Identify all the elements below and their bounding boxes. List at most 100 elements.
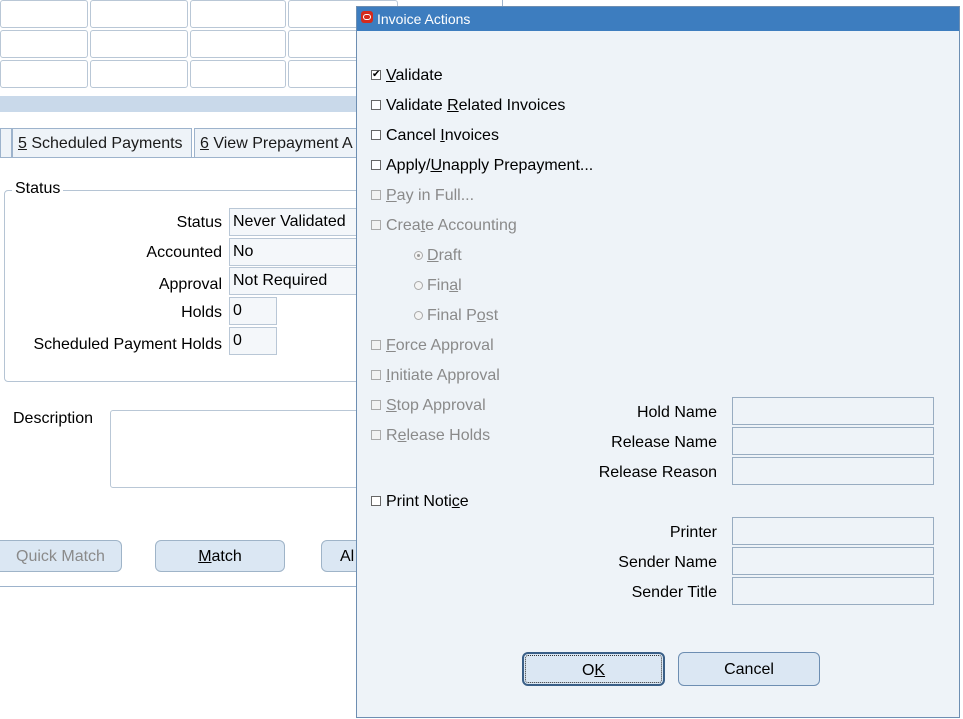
label-text: nitiate Approval <box>390 367 500 384</box>
apply-unapply-label: Apply/Unapply Prepayment... <box>386 157 593 175</box>
approval-label: Approval <box>158 276 222 293</box>
label-text: Crea <box>386 217 421 234</box>
release-name-field[interactable] <box>732 427 934 455</box>
mnemonic-key: R <box>447 97 459 114</box>
grid-cell[interactable] <box>90 60 188 88</box>
release-reason-label: Release Reason <box>598 464 717 481</box>
ok-button-pre: O <box>581 662 595 679</box>
dialog-titlebar[interactable]: Invoice Actions <box>357 7 959 31</box>
scheduled-payment-holds-field[interactable]: 0 <box>229 327 277 355</box>
approval-field[interactable]: Not Required <box>229 267 369 295</box>
create-accounting-checkbox <box>371 220 381 230</box>
label-text: Final P <box>427 307 477 324</box>
validate-label: Validate <box>386 67 443 85</box>
tab-label: View Prepayment A <box>208 135 353 152</box>
force-approval-label: Force Approval <box>386 337 494 355</box>
create-accounting-label: Create Accounting <box>386 217 517 235</box>
label-text: e Accounting <box>425 217 517 234</box>
grid-cell[interactable] <box>0 0 88 28</box>
grid-cell[interactable] <box>90 0 188 28</box>
hold-name-label: Hold Name <box>636 404 717 421</box>
validate-related-checkbox[interactable] <box>371 100 381 110</box>
initiate-approval-checkbox <box>371 370 381 380</box>
draft-radio <box>414 251 423 260</box>
label-text: R <box>386 427 398 444</box>
label-text: Print Noti <box>386 493 452 510</box>
cancel-button[interactable]: Cancel <box>678 652 820 686</box>
hold-name-field[interactable] <box>732 397 934 425</box>
print-notice-checkbox[interactable] <box>371 496 381 506</box>
label-text: Apply/ <box>386 157 431 174</box>
grid-cell[interactable] <box>0 30 88 58</box>
cancel-invoices-checkbox[interactable] <box>371 130 381 140</box>
final-post-radio <box>414 311 423 320</box>
label-text: Fin <box>427 277 450 294</box>
pay-in-full-checkbox <box>371 190 381 200</box>
tab-left-edge[interactable] <box>0 128 12 158</box>
holds-label: Holds <box>181 304 222 321</box>
match-button-rest: atch <box>211 548 242 565</box>
draft-label: Draft <box>427 247 462 265</box>
oracle-logo-icon <box>361 11 373 23</box>
stop-approval-checkbox <box>371 400 381 410</box>
grid-cell[interactable] <box>190 30 286 58</box>
grid-cell[interactable] <box>90 30 188 58</box>
label-text: top Approval <box>396 397 486 414</box>
validate-related-label: Validate Related Invoices <box>386 97 565 115</box>
label-text: alidate <box>395 67 443 84</box>
match-button[interactable]: Match <box>155 540 285 572</box>
label-text: lease Holds <box>406 427 491 444</box>
description-label: Description <box>13 410 94 427</box>
holds-field[interactable]: 0 <box>229 297 277 325</box>
cancel-invoices-label: Cancel Invoices <box>386 127 499 145</box>
quick-match-button[interactable]: Quick Match <box>0 540 122 572</box>
tab-number: 6 <box>200 135 209 152</box>
status-label: Status <box>176 214 222 231</box>
apply-unapply-checkbox[interactable] <box>371 160 381 170</box>
status-group-title: Status <box>12 180 64 198</box>
mnemonic-key: F <box>386 337 396 354</box>
tab-scheduled-payments[interactable]: 5 Scheduled Payments <box>12 128 192 158</box>
grid-cell[interactable] <box>190 60 286 88</box>
label-text: elated Invoices <box>458 97 566 114</box>
label-text: nvoices <box>444 127 499 144</box>
mnemonic-key: U <box>430 157 443 174</box>
force-approval-checkbox <box>371 340 381 350</box>
validate-checkbox[interactable]: ✔ <box>371 70 381 80</box>
label-text: Validate <box>386 97 448 114</box>
mnemonic-key: a <box>449 277 459 294</box>
final-post-label: Final Post <box>427 307 498 325</box>
status-field[interactable]: Never Validated <box>229 208 369 236</box>
release-holds-checkbox <box>371 430 381 440</box>
label-text: e <box>459 493 469 510</box>
release-reason-field[interactable] <box>732 457 934 485</box>
sender-title-label: Sender Title <box>631 584 717 601</box>
tab-number: 5 <box>18 135 27 152</box>
mnemonic-key: o <box>476 307 486 324</box>
release-name-label: Release Name <box>611 434 717 451</box>
mnemonic-key: D <box>427 247 439 264</box>
pay-in-full-label: Pay in Full... <box>386 187 474 205</box>
printer-field[interactable] <box>732 517 934 545</box>
ok-button[interactable]: OK <box>522 652 665 686</box>
final-radio <box>414 281 423 290</box>
tab-label: Scheduled Payments <box>26 135 183 152</box>
tab-view-prepayment[interactable]: 6 View Prepayment A <box>194 128 364 158</box>
accounted-label: Accounted <box>146 244 222 261</box>
scheduled-payment-holds-label: Scheduled Payment Holds <box>33 336 222 353</box>
final-label: Final <box>427 277 462 295</box>
grid-cell[interactable] <box>0 60 88 88</box>
sender-name-field[interactable] <box>732 547 934 575</box>
grid-cell[interactable] <box>190 0 286 28</box>
initiate-approval-label: Initiate Approval <box>386 367 500 385</box>
release-holds-label: Release Holds <box>386 427 490 445</box>
sender-title-field[interactable] <box>732 577 934 605</box>
sender-name-label: Sender Name <box>618 554 717 571</box>
label-text: Cancel <box>386 127 441 144</box>
accounted-field[interactable]: No <box>229 238 369 266</box>
print-notice-label: Print Notice <box>386 493 469 511</box>
label-text: ay in Full... <box>396 187 475 204</box>
dialog-title: Invoice Actions <box>377 11 471 27</box>
label-text: st <box>485 307 499 324</box>
ok-button-key: K <box>594 662 606 679</box>
